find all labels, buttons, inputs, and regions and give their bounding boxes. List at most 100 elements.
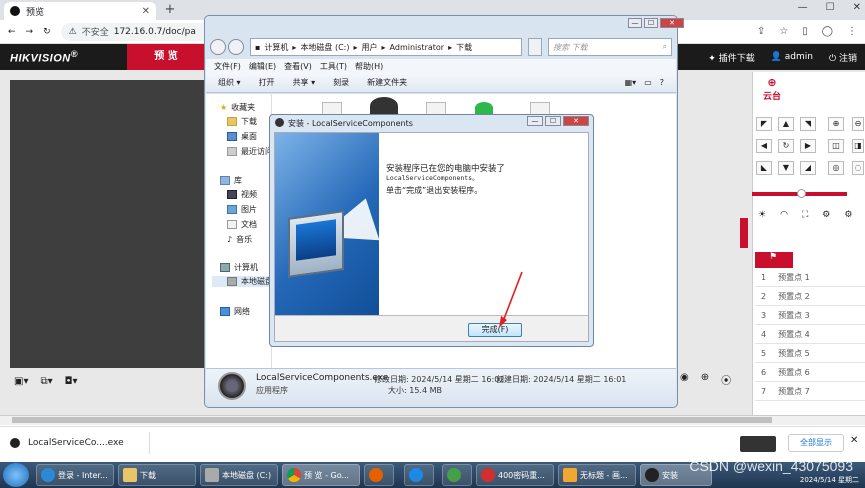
- maximize-icon[interactable]: ☐: [545, 116, 561, 126]
- menu-tools[interactable]: 工具(T): [320, 61, 347, 72]
- preset-row[interactable]: 1 预置点 1: [755, 268, 865, 287]
- nav-recent[interactable]: 最近访问: [227, 146, 273, 157]
- breadcrumb-item[interactable]: 下载: [456, 42, 472, 53]
- close-icon[interactable]: ✕: [850, 435, 858, 446]
- menu-icon[interactable]: ⚙: [822, 210, 830, 220]
- back-icon[interactable]: ←: [8, 27, 16, 37]
- nav-downloads[interactable]: 下载: [227, 116, 257, 127]
- taskbar-item-chrome[interactable]: 预 览 - Go...: [282, 464, 360, 486]
- zoom-out-button[interactable]: ⊖: [852, 117, 864, 131]
- new-folder-button[interactable]: 新建文件夹: [367, 77, 407, 88]
- ptz-tab[interactable]: ⊕ 云台: [752, 76, 792, 102]
- view-icon[interactable]: ▦▾: [625, 78, 637, 87]
- camera-icon[interactable]: ◉: [680, 372, 689, 387]
- focus-button[interactable]: ◫: [828, 139, 844, 153]
- exe-file-icon[interactable]: [370, 97, 398, 115]
- wechat-file-icon[interactable]: [475, 102, 493, 114]
- taskbar-item-downloads[interactable]: 下载: [118, 464, 196, 486]
- back-icon[interactable]: [210, 39, 226, 55]
- close-icon[interactable]: ✕: [142, 6, 150, 17]
- nav-local-disk[interactable]: 本地磁盘: [212, 276, 273, 287]
- taskbar-item-disk[interactable]: 本地磁盘 (C:): [200, 464, 278, 486]
- taskbar-item-k[interactable]: [404, 464, 434, 486]
- track-icon[interactable]: ⚙: [844, 210, 852, 220]
- refresh-button[interactable]: [528, 38, 542, 56]
- breadcrumb-item[interactable]: 用户: [362, 42, 378, 53]
- iris-button[interactable]: ◎: [828, 161, 844, 175]
- forward-icon[interactable]: [228, 39, 244, 55]
- start-button[interactable]: [3, 463, 29, 487]
- menu-icon[interactable]: ⋮: [847, 26, 857, 37]
- browser-tab[interactable]: 预览 ✕: [4, 2, 156, 20]
- reload-icon[interactable]: ↻: [43, 27, 51, 37]
- iris-close-button[interactable]: ◌: [852, 161, 864, 175]
- preset-row[interactable]: 7 预置点 7: [755, 382, 865, 401]
- minimize-icon[interactable]: —: [628, 18, 642, 28]
- share-icon[interactable]: ⇪: [757, 26, 765, 37]
- organize-button[interactable]: 组织 ▾: [218, 77, 241, 88]
- logout-button[interactable]: ⏻ 注销: [829, 51, 857, 64]
- new-tab-button[interactable]: +: [162, 2, 178, 18]
- show-all-button[interactable]: 全部显示: [788, 434, 844, 452]
- nav-pictures[interactable]: 图片: [227, 204, 257, 215]
- scrollbar-thumb[interactable]: [12, 417, 772, 423]
- nav-libraries[interactable]: 库: [220, 175, 242, 186]
- taskbar-item-paint[interactable]: 无标题 - 画...: [558, 464, 636, 486]
- menu-file[interactable]: 文件(F): [214, 61, 241, 72]
- share-button[interactable]: 共享 ▾: [293, 77, 316, 88]
- ptz-down-button[interactable]: ▼: [778, 161, 794, 175]
- stream-icon[interactable]: ⧉▾: [40, 376, 52, 387]
- minimize-icon[interactable]: —: [798, 2, 808, 13]
- sidebar-icon[interactable]: ▯: [802, 26, 808, 37]
- nav-computer[interactable]: 计算机: [220, 262, 258, 273]
- taskbar-item-green[interactable]: [442, 464, 472, 486]
- maximize-icon[interactable]: ☐: [826, 2, 835, 13]
- layout-icon[interactable]: ▣▾: [14, 376, 28, 387]
- focus-far-button[interactable]: ◨: [852, 139, 864, 153]
- preset-tab[interactable]: ⚑: [755, 252, 793, 268]
- taskbar-item-password[interactable]: 400密码重...: [476, 464, 554, 486]
- breadcrumb-item[interactable]: 计算机: [264, 42, 288, 53]
- nav-favorites[interactable]: ★ 收藏夹: [220, 102, 255, 113]
- panel-collapse-tab[interactable]: [740, 218, 748, 248]
- forward-icon[interactable]: →: [26, 27, 34, 37]
- menu-view[interactable]: 查看(V): [284, 61, 312, 72]
- menu-help[interactable]: 帮助(H): [355, 61, 383, 72]
- light-icon[interactable]: ☀: [758, 210, 766, 220]
- ptz-down-right-button[interactable]: ◢: [800, 161, 816, 175]
- preset-row[interactable]: 3 预置点 3: [755, 306, 865, 325]
- zoom-in-button[interactable]: ⊕: [828, 117, 844, 131]
- url-field[interactable]: ⚠ 不安全 172.16.0.7/doc/pa: [60, 22, 221, 41]
- ptz-up-right-button[interactable]: ◥: [800, 117, 816, 131]
- help-icon[interactable]: ?: [660, 78, 664, 87]
- minimize-icon[interactable]: —: [527, 116, 543, 126]
- speed-slider-knob[interactable]: [797, 189, 806, 198]
- nav-preview[interactable]: 预 览: [127, 44, 205, 70]
- preset-row[interactable]: 4 预置点 4: [755, 325, 865, 344]
- burn-button[interactable]: 刻录: [333, 77, 349, 88]
- search-input[interactable]: 搜索 下载 ⌕: [548, 38, 672, 56]
- nav-music[interactable]: ♪ 音乐: [227, 234, 252, 245]
- nav-network[interactable]: 网络: [220, 306, 250, 317]
- preview-pane-icon[interactable]: ▭: [644, 78, 652, 87]
- ptz-down-left-button[interactable]: ◣: [756, 161, 772, 175]
- preset-row[interactable]: 2 预置点 2: [755, 287, 865, 306]
- download-item[interactable]: LocalServiceCo....exe: [10, 432, 150, 454]
- preset-row[interactable]: 6 预置点 6: [755, 363, 865, 382]
- nav-videos[interactable]: 视频: [227, 189, 257, 200]
- record-icon[interactable]: ⦿: [721, 372, 731, 387]
- profile-icon[interactable]: ◯: [822, 26, 833, 37]
- plugin-download-button[interactable]: ✦ 插件下载: [708, 51, 754, 64]
- preset-row[interactable]: 5 预置点 5: [755, 344, 865, 363]
- video-player[interactable]: [10, 80, 205, 368]
- close-icon[interactable]: ✕: [660, 18, 684, 28]
- ptz-up-left-button[interactable]: ◤: [756, 117, 772, 131]
- focus-icon[interactable]: ⛶: [802, 210, 808, 220]
- maximize-icon[interactable]: ☐: [644, 18, 658, 28]
- nav-documents[interactable]: 文档: [227, 219, 257, 230]
- wiper-icon[interactable]: ◠: [780, 210, 788, 220]
- open-button[interactable]: 打开: [259, 77, 275, 88]
- close-icon[interactable]: ✕: [853, 2, 861, 13]
- ptz-right-button[interactable]: ▶: [800, 139, 816, 153]
- ptz-up-button[interactable]: ▲: [778, 117, 794, 131]
